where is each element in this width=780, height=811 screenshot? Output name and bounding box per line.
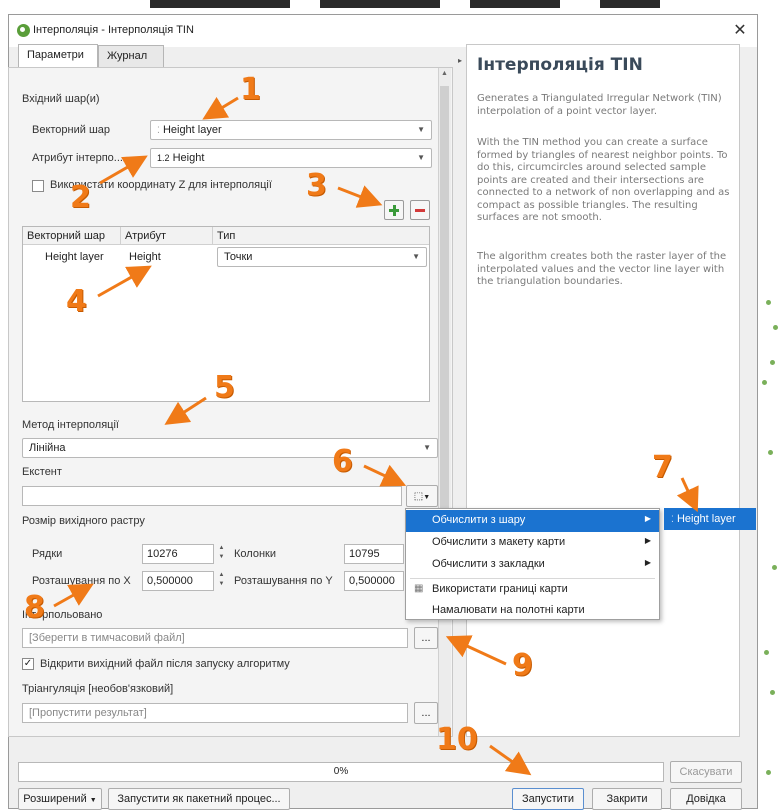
annotation-arrow-2: [99, 155, 148, 185]
annotation-arrow-8: [53, 583, 94, 608]
annotation-arrow-6: [363, 464, 407, 487]
annotation-3: 3: [306, 168, 327, 203]
annotation-4: 4: [66, 284, 87, 319]
annotation-6: 6: [332, 444, 353, 479]
annotation-arrow-5: [164, 396, 207, 425]
annotation-arrows: [53, 96, 699, 776]
annotation-5: 5: [214, 370, 235, 405]
annotation-7: 7: [652, 450, 673, 485]
annotation-arrow-3: [337, 185, 383, 208]
annotation-9: 9: [512, 648, 533, 683]
annotation-10: 10: [436, 722, 478, 757]
annotation-arrow-4: [97, 265, 152, 298]
annotation-2: 2: [70, 180, 91, 215]
annotation-arrow-9: [445, 635, 507, 666]
annotation-arrow-1: [202, 96, 239, 120]
annotation-arrow-10: [489, 744, 532, 776]
annotation-8: 8: [24, 590, 45, 625]
annotation-1: 1: [240, 72, 261, 107]
annotation-arrow-7: [676, 477, 699, 513]
